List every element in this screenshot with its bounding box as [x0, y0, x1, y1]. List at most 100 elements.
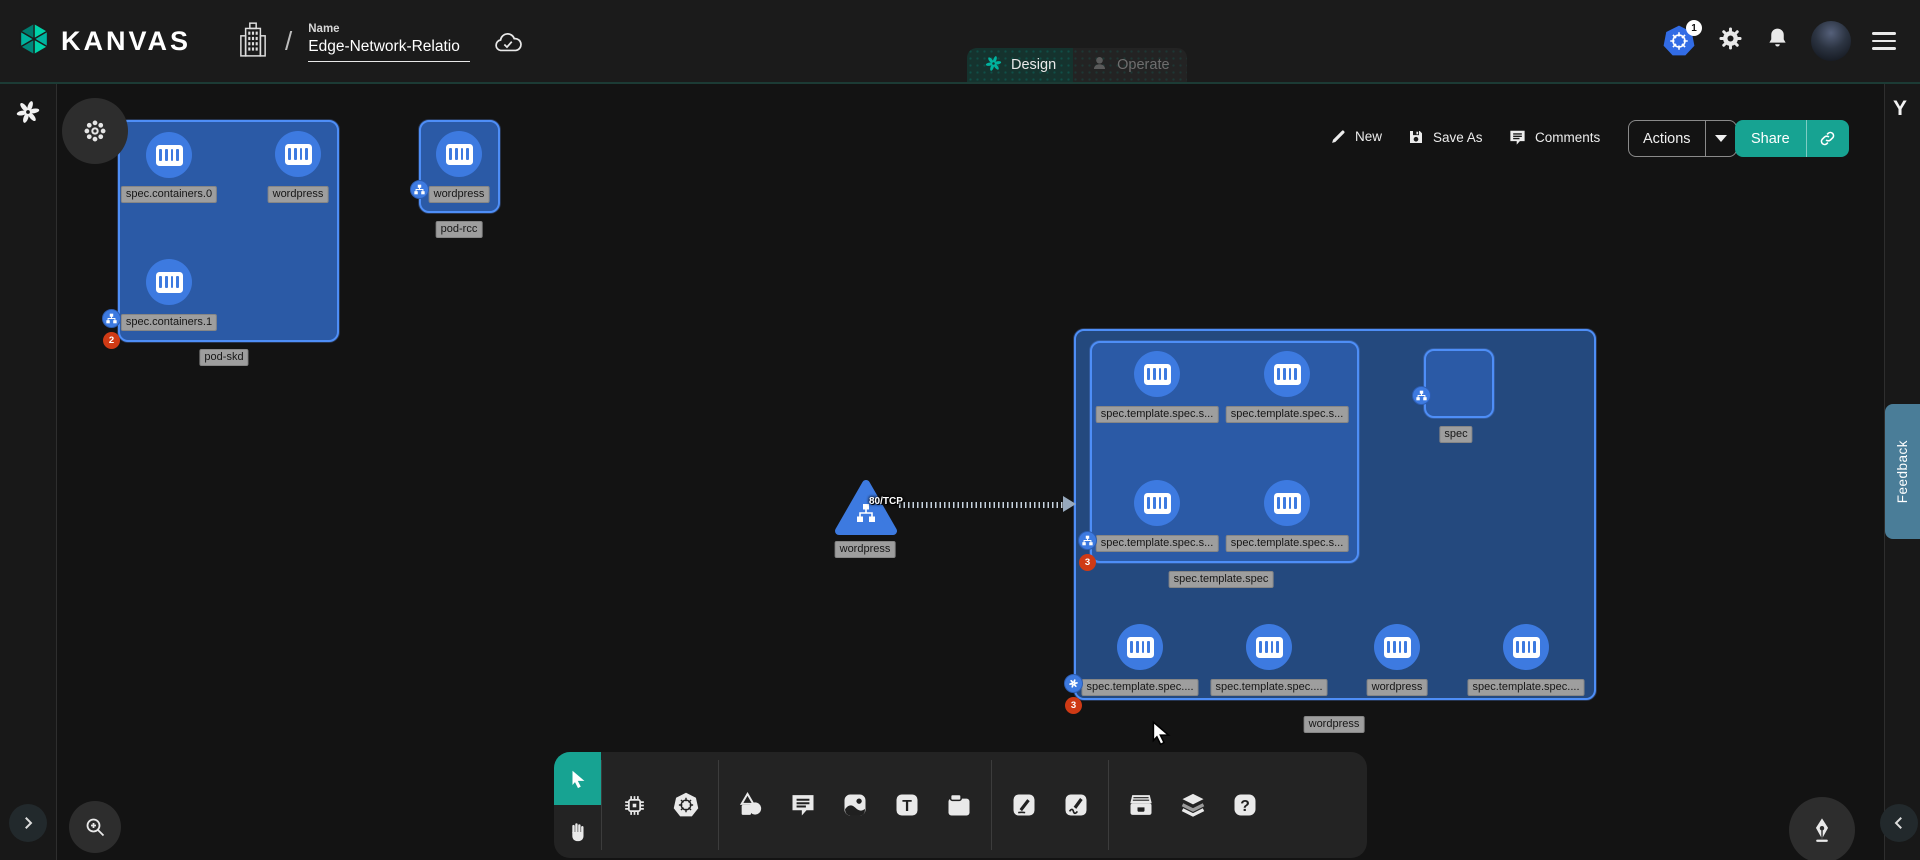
- settings-gear-icon[interactable]: [1717, 25, 1744, 57]
- container-node[interactable]: [146, 259, 192, 305]
- sticky-note-tool-button[interactable]: [933, 752, 985, 858]
- layers-tool-button[interactable]: [1167, 752, 1219, 858]
- container-icon: [1127, 637, 1154, 658]
- pan-tool-button[interactable]: [554, 805, 601, 858]
- help-tool-button[interactable]: ?: [1219, 752, 1271, 858]
- tab-design[interactable]: Design: [967, 48, 1073, 82]
- k8s-context-switcher[interactable]: 1: [1662, 24, 1696, 58]
- service-node[interactable]: [834, 479, 898, 537]
- deployment-resource-icon[interactable]: [1064, 674, 1083, 693]
- container-icon: [1274, 364, 1301, 385]
- image-icon: [841, 791, 869, 819]
- save-as-button[interactable]: Save As: [1407, 128, 1483, 146]
- brand[interactable]: KANVAS: [16, 21, 191, 62]
- group-label: pod-skd: [199, 349, 248, 366]
- error-count-badge[interactable]: 3: [1065, 697, 1082, 714]
- yaml-panel-toggle[interactable]: Y: [1893, 97, 1907, 121]
- drawer-icon: [1127, 791, 1155, 819]
- cloud-sync-icon: [492, 31, 524, 60]
- cursor-icon: [567, 768, 589, 790]
- canvas-settings-button[interactable]: [62, 98, 128, 164]
- meshery-spiral-icon[interactable]: [14, 98, 42, 131]
- comment-icon: [1508, 128, 1527, 147]
- container-icon: [1144, 364, 1171, 385]
- node-label: wordpress: [835, 541, 896, 558]
- actions-caret[interactable]: [1706, 135, 1736, 142]
- node-label: spec.template.spec.s...: [1226, 406, 1349, 423]
- node-label: spec.containers.0: [121, 186, 217, 203]
- group-spec-template-spec[interactable]: [1090, 341, 1359, 563]
- tab-operate[interactable]: Operate: [1073, 48, 1186, 82]
- container-node[interactable]: [1264, 351, 1310, 397]
- comments-label: Comments: [1535, 130, 1600, 145]
- share-button[interactable]: Share: [1735, 120, 1849, 157]
- layers-icon: [1179, 791, 1207, 819]
- mouse-cursor-icon: [1148, 720, 1174, 751]
- notifications-bell-icon[interactable]: [1765, 25, 1790, 57]
- hamburger-menu-icon[interactable]: [1872, 32, 1896, 50]
- kubernetes-wheel-icon: [672, 791, 700, 819]
- container-node[interactable]: [1134, 351, 1180, 397]
- design-name-label: Name: [308, 23, 470, 35]
- line-draw-tool-button[interactable]: [998, 752, 1050, 858]
- container-node[interactable]: [275, 131, 321, 177]
- container-icon: [446, 144, 473, 165]
- feedback-label: Feedback: [1895, 440, 1910, 503]
- new-button[interactable]: New: [1330, 128, 1382, 145]
- design-name-field: Name: [308, 23, 470, 62]
- comment-tool-button[interactable]: [777, 752, 829, 858]
- select-tool-button[interactable]: [554, 752, 601, 805]
- comment-icon: [789, 791, 817, 819]
- freehand-draw-tool-button[interactable]: [1050, 752, 1102, 858]
- container-node[interactable]: [1246, 624, 1292, 670]
- container-icon: [1274, 493, 1301, 514]
- node-label: spec.template.spec.s...: [1226, 535, 1349, 552]
- group-spec[interactable]: [1424, 349, 1494, 418]
- container-node[interactable]: [1117, 624, 1163, 670]
- container-node[interactable]: [436, 131, 482, 177]
- text-tool-button[interactable]: T: [881, 752, 933, 858]
- container-icon: [156, 272, 183, 293]
- pod-resource-icon[interactable]: [1412, 386, 1431, 405]
- copy-link-button[interactable]: [1807, 129, 1849, 148]
- container-node[interactable]: [1134, 480, 1180, 526]
- design-tab-label: Design: [1011, 57, 1056, 73]
- share-label: Share: [1735, 131, 1806, 147]
- actions-dropdown-button[interactable]: Actions: [1628, 120, 1737, 157]
- user-avatar[interactable]: [1811, 21, 1851, 61]
- pod-resource-icon[interactable]: [102, 309, 121, 328]
- error-count-badge[interactable]: 2: [103, 332, 120, 349]
- service-edge[interactable]: [899, 502, 1065, 508]
- expand-right-panel-button[interactable]: [1880, 804, 1918, 842]
- floppy-icon: [1407, 128, 1425, 146]
- container-node[interactable]: [1264, 480, 1310, 526]
- image-tool-button[interactable]: [829, 752, 881, 858]
- chevron-right-icon: [19, 814, 37, 832]
- kubernetes-tool-button[interactable]: [660, 752, 712, 858]
- container-node[interactable]: [146, 132, 192, 178]
- error-count-badge[interactable]: 3: [1079, 554, 1096, 571]
- node-label: wordpress: [429, 186, 490, 203]
- svg-text:T: T: [902, 798, 912, 815]
- comments-button[interactable]: Comments: [1508, 128, 1600, 147]
- container-node[interactable]: [1503, 624, 1549, 670]
- mode-tabs: Design Operate: [967, 48, 1187, 82]
- expand-left-panel-button[interactable]: [9, 804, 47, 842]
- components-tool-button[interactable]: [608, 752, 660, 858]
- design-name-input[interactable]: [308, 38, 470, 62]
- organization-icon[interactable]: [239, 20, 267, 63]
- canvas-stage[interactable]: Y Feedback: [0, 82, 1920, 860]
- pod-resource-icon[interactable]: [1078, 531, 1097, 550]
- operate-tab-label: Operate: [1117, 57, 1169, 73]
- context-count-badge: 1: [1686, 20, 1702, 36]
- pod-resource-icon[interactable]: [410, 180, 429, 199]
- component-tools: [602, 752, 718, 858]
- drawer-tool-button[interactable]: [1115, 752, 1167, 858]
- ink-pen-button[interactable]: [1789, 797, 1855, 860]
- help-icon: ?: [1231, 791, 1259, 819]
- container-node[interactable]: [1374, 624, 1420, 670]
- canvas-toolbar: T: [554, 752, 1367, 858]
- zoom-button[interactable]: [69, 801, 121, 853]
- shapes-tool-button[interactable]: [725, 752, 777, 858]
- feedback-tab[interactable]: Feedback: [1885, 404, 1920, 539]
